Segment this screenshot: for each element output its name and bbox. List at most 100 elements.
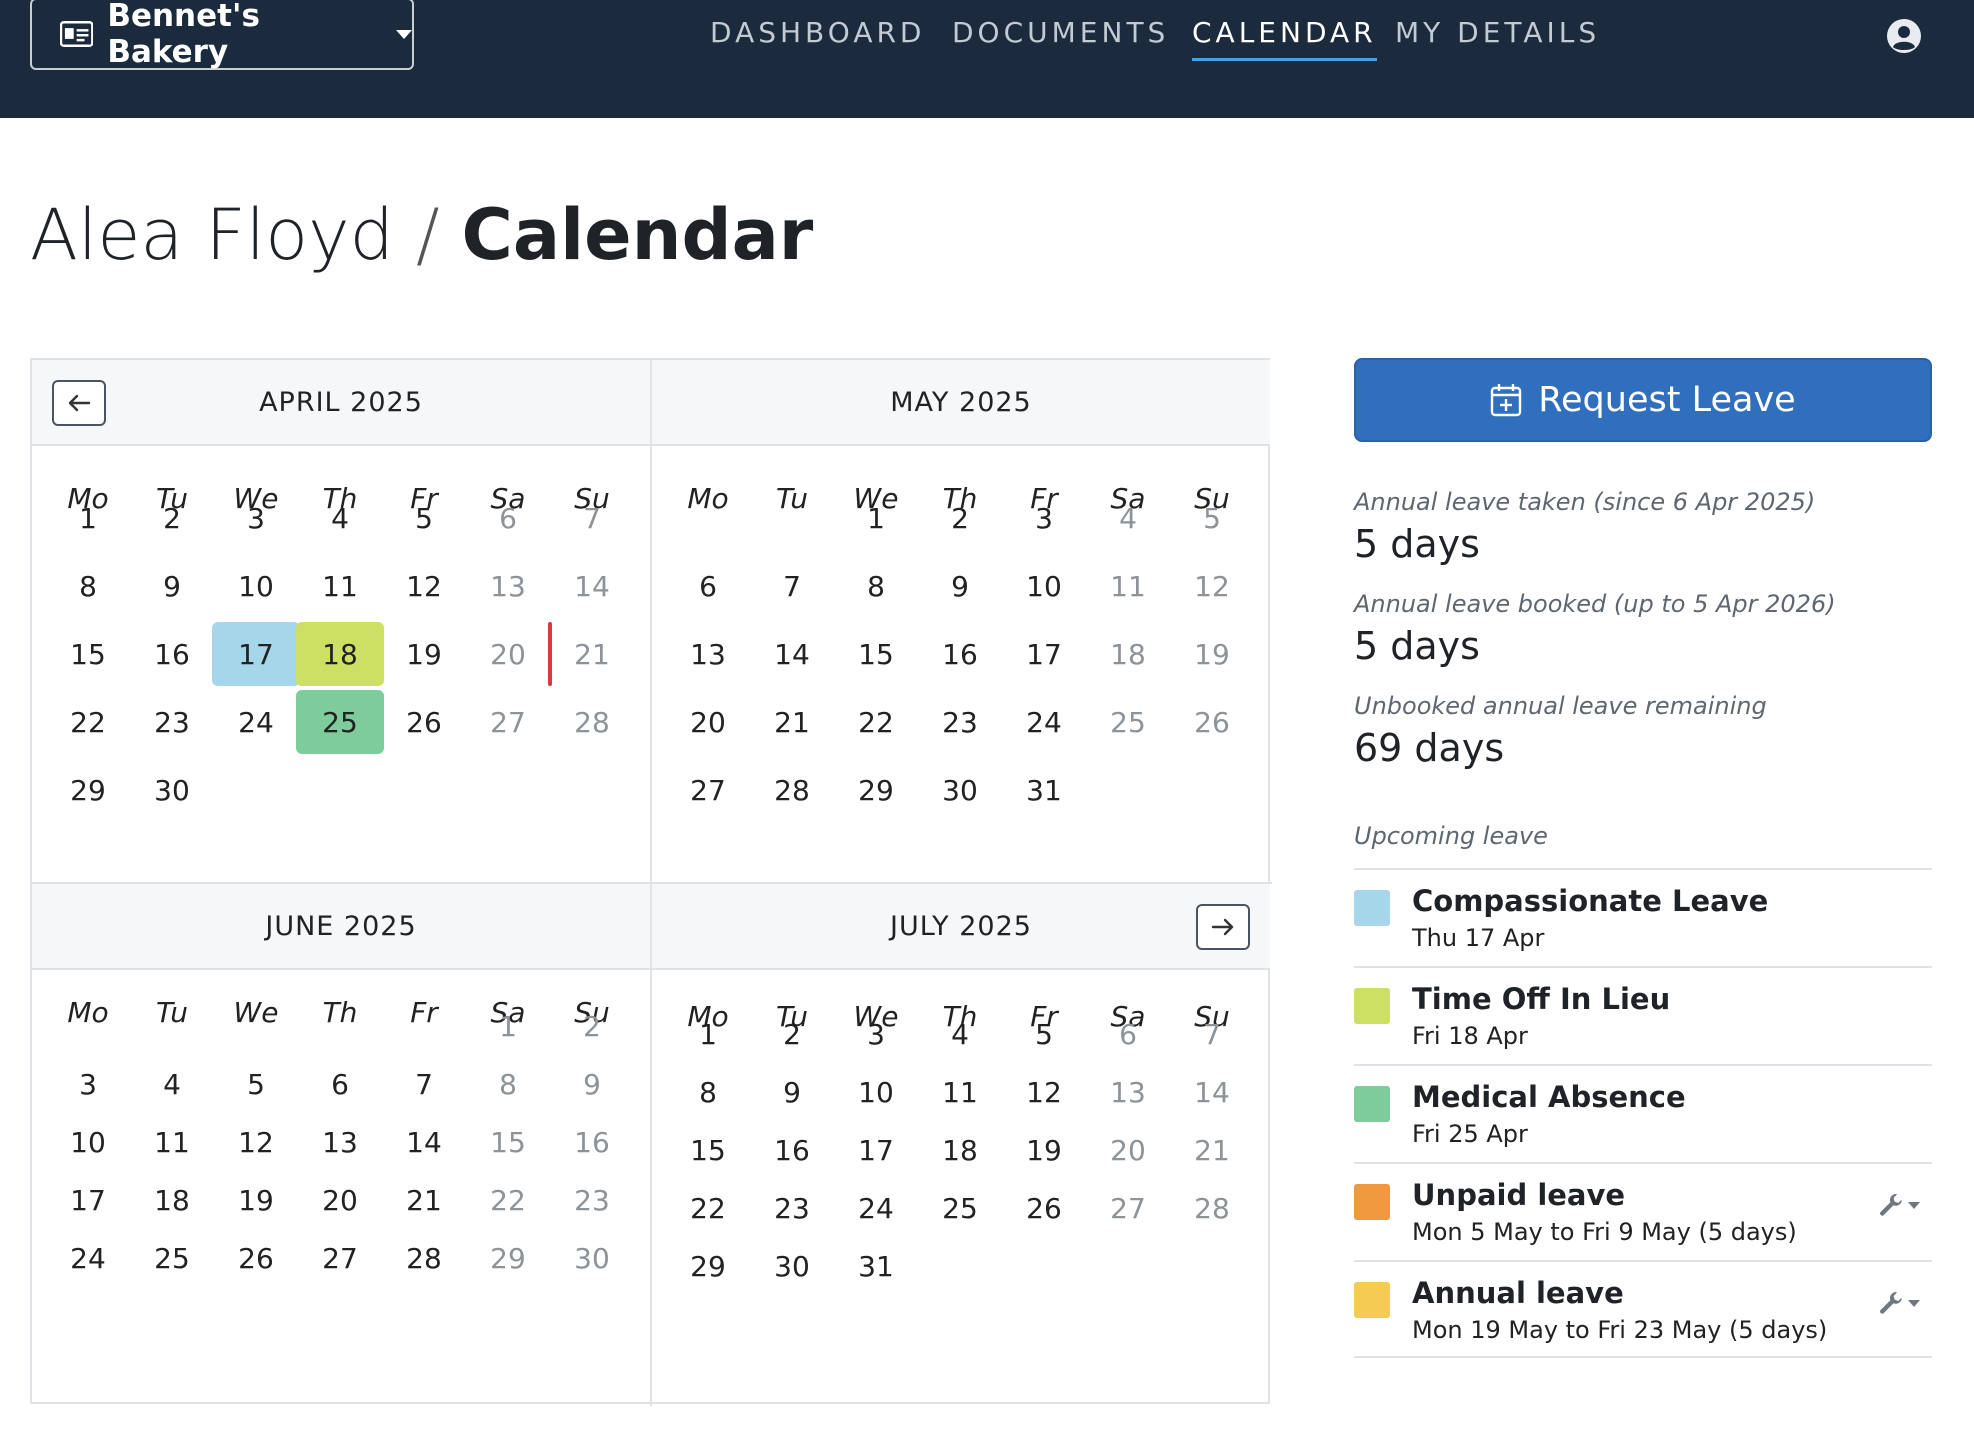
calendar-day[interactable]: 29 bbox=[466, 1226, 550, 1290]
calendar-day[interactable]: 5 bbox=[382, 486, 466, 550]
breadcrumb-person[interactable]: Alea Floyd bbox=[30, 194, 394, 276]
calendar-day[interactable]: 19 bbox=[1170, 622, 1254, 686]
leave-actions-menu[interactable] bbox=[1878, 1290, 1920, 1316]
calendar-day[interactable]: 3 bbox=[214, 486, 298, 550]
calendar-day[interactable]: 10 bbox=[834, 1060, 918, 1124]
calendar-day[interactable]: 20 bbox=[666, 690, 750, 754]
previous-month-button[interactable] bbox=[52, 380, 106, 426]
calendar-day[interactable]: 27 bbox=[466, 690, 550, 754]
user-circle-icon[interactable] bbox=[1886, 18, 1922, 54]
calendar-day[interactable]: 30 bbox=[750, 1234, 834, 1298]
calendar-day[interactable]: 24 bbox=[214, 690, 298, 754]
calendar-day[interactable]: 12 bbox=[214, 1110, 298, 1174]
calendar-day[interactable]: 25 bbox=[1086, 690, 1170, 754]
calendar-day[interactable]: 8 bbox=[834, 554, 918, 618]
calendar-day[interactable]: 22 bbox=[46, 690, 130, 754]
calendar-day[interactable]: 7 bbox=[382, 1052, 466, 1116]
calendar-day[interactable]: 6 bbox=[466, 486, 550, 550]
calendar-day[interactable]: 8 bbox=[666, 1060, 750, 1124]
calendar-day[interactable]: 10 bbox=[214, 554, 298, 618]
calendar-day[interactable]: 24 bbox=[834, 1176, 918, 1240]
calendar-day[interactable]: 23 bbox=[750, 1176, 834, 1240]
calendar-day[interactable]: 23 bbox=[550, 1168, 634, 1232]
calendar-day[interactable]: 16 bbox=[750, 1118, 834, 1182]
calendar-day[interactable]: 13 bbox=[1086, 1060, 1170, 1124]
calendar-day[interactable]: 16 bbox=[550, 1110, 634, 1174]
calendar-day[interactable]: 5 bbox=[214, 1052, 298, 1116]
calendar-day[interactable]: 1 bbox=[834, 486, 918, 550]
calendar-day[interactable]: 2 bbox=[130, 486, 214, 550]
calendar-day[interactable]: 9 bbox=[750, 1060, 834, 1124]
calendar-day[interactable]: 11 bbox=[298, 554, 382, 618]
calendar-day[interactable]: 29 bbox=[834, 758, 918, 822]
calendar-day[interactable]: 22 bbox=[466, 1168, 550, 1232]
calendar-day[interactable]: 9 bbox=[918, 554, 1002, 618]
calendar-day[interactable]: 26 bbox=[1002, 1176, 1086, 1240]
calendar-day[interactable]: 27 bbox=[298, 1226, 382, 1290]
calendar-day[interactable]: 23 bbox=[130, 690, 214, 754]
calendar-day[interactable]: 4 bbox=[130, 1052, 214, 1116]
calendar-day[interactable]: 29 bbox=[46, 758, 130, 822]
calendar-day[interactable]: 1 bbox=[46, 486, 130, 550]
calendar-day[interactable]: 8 bbox=[466, 1052, 550, 1116]
calendar-day[interactable]: 31 bbox=[834, 1234, 918, 1298]
calendar-day[interactable]: 6 bbox=[666, 554, 750, 618]
calendar-day[interactable]: 21 bbox=[750, 690, 834, 754]
request-leave-button[interactable]: Request Leave bbox=[1354, 358, 1932, 442]
calendar-day[interactable]: 15 bbox=[666, 1118, 750, 1182]
calendar-day[interactable]: 18 bbox=[1086, 622, 1170, 686]
calendar-day[interactable]: 17 bbox=[834, 1118, 918, 1182]
calendar-day[interactable]: 15 bbox=[466, 1110, 550, 1174]
calendar-day[interactable]: 19 bbox=[382, 622, 466, 686]
calendar-day[interactable]: 20 bbox=[298, 1168, 382, 1232]
calendar-day[interactable]: 11 bbox=[1086, 554, 1170, 618]
calendar-day[interactable]: 28 bbox=[382, 1226, 466, 1290]
calendar-day[interactable]: 6 bbox=[298, 1052, 382, 1116]
calendar-day[interactable]: 26 bbox=[382, 690, 466, 754]
calendar-day[interactable]: 2 bbox=[918, 486, 1002, 550]
calendar-day[interactable]: 4 bbox=[918, 1002, 1002, 1066]
calendar-day[interactable]: 23 bbox=[918, 690, 1002, 754]
calendar-day[interactable]: 31 bbox=[1002, 758, 1086, 822]
calendar-day[interactable]: 25 bbox=[130, 1226, 214, 1290]
calendar-day[interactable]: 18 bbox=[130, 1168, 214, 1232]
calendar-day[interactable]: 26 bbox=[214, 1226, 298, 1290]
calendar-day[interactable]: 6 bbox=[1086, 1002, 1170, 1066]
calendar-day[interactable]: 4 bbox=[1086, 486, 1170, 550]
calendar-day[interactable]: 7 bbox=[550, 486, 634, 550]
calendar-day[interactable]: 4 bbox=[298, 486, 382, 550]
calendar-day[interactable]: 3 bbox=[46, 1052, 130, 1116]
calendar-day[interactable]: 8 bbox=[46, 554, 130, 618]
calendar-day[interactable]: 12 bbox=[1170, 554, 1254, 618]
calendar-day[interactable]: 17 bbox=[214, 622, 298, 686]
calendar-day[interactable]: 29 bbox=[666, 1234, 750, 1298]
calendar-day[interactable]: 21 bbox=[1170, 1118, 1254, 1182]
calendar-day[interactable]: 22 bbox=[666, 1176, 750, 1240]
calendar-day[interactable]: 15 bbox=[46, 622, 130, 686]
calendar-day[interactable]: 14 bbox=[382, 1110, 466, 1174]
calendar-day[interactable]: 28 bbox=[1170, 1176, 1254, 1240]
calendar-day[interactable]: 9 bbox=[550, 1052, 634, 1116]
calendar-day[interactable]: 27 bbox=[1086, 1176, 1170, 1240]
calendar-day[interactable]: 5 bbox=[1170, 486, 1254, 550]
calendar-day[interactable]: 10 bbox=[46, 1110, 130, 1174]
calendar-day[interactable]: 13 bbox=[466, 554, 550, 618]
nav-calendar[interactable]: CALENDAR bbox=[1192, 16, 1377, 61]
calendar-day[interactable]: 25 bbox=[918, 1176, 1002, 1240]
calendar-day[interactable]: 9 bbox=[130, 554, 214, 618]
calendar-day[interactable]: 13 bbox=[298, 1110, 382, 1174]
calendar-day[interactable]: 28 bbox=[750, 758, 834, 822]
nav-documents[interactable]: DOCUMENTS bbox=[952, 16, 1169, 49]
calendar-day[interactable]: 3 bbox=[1002, 486, 1086, 550]
calendar-day[interactable]: 20 bbox=[466, 622, 550, 686]
calendar-day[interactable]: 11 bbox=[130, 1110, 214, 1174]
calendar-day[interactable]: 17 bbox=[46, 1168, 130, 1232]
calendar-day[interactable]: 25 bbox=[298, 690, 382, 754]
calendar-day[interactable]: 11 bbox=[918, 1060, 1002, 1124]
calendar-day[interactable]: 5 bbox=[1002, 1002, 1086, 1066]
calendar-day[interactable]: 16 bbox=[918, 622, 1002, 686]
calendar-day[interactable]: 30 bbox=[918, 758, 1002, 822]
next-month-button[interactable] bbox=[1196, 904, 1250, 950]
calendar-day[interactable]: 18 bbox=[918, 1118, 1002, 1182]
calendar-day[interactable]: 14 bbox=[550, 554, 634, 618]
